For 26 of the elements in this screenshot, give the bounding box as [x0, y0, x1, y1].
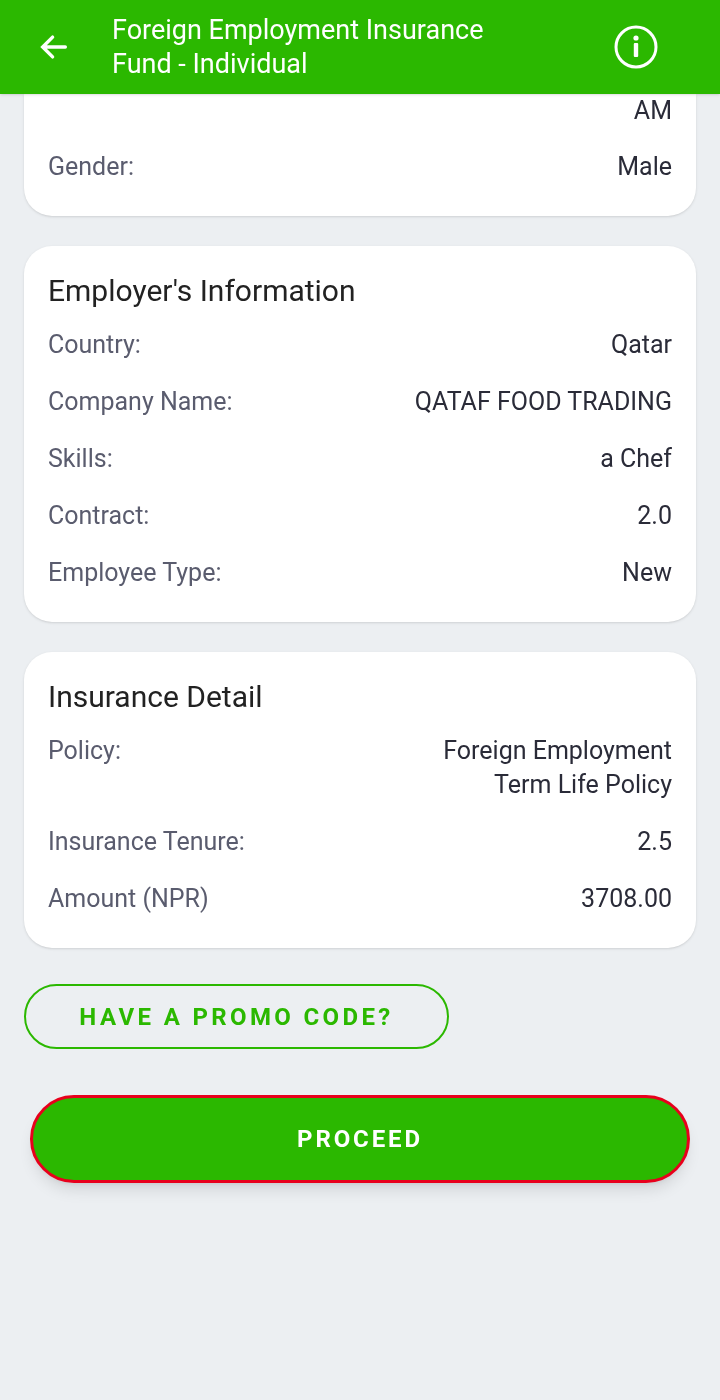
field-value: Qatar	[610, 329, 672, 361]
field-label: Employee Type:	[48, 557, 222, 589]
field-value: QATAF FOOD TRADING	[414, 386, 672, 418]
field-value: a Chef	[600, 443, 672, 475]
field-label: Skills:	[48, 443, 113, 475]
field-label: Policy:	[48, 735, 121, 767]
field-label: Gender:	[48, 151, 134, 183]
promo-code-button[interactable]: HAVE A PROMO CODE?	[24, 984, 449, 1049]
field-value: New	[622, 557, 672, 589]
field-label: Company Name:	[48, 386, 233, 418]
field-label: Insurance Tenure:	[48, 826, 245, 858]
field-label: Country:	[48, 329, 141, 361]
field-value: Male	[617, 151, 672, 183]
field-value: AM	[633, 95, 672, 127]
card-title: Employer's Information	[48, 272, 357, 310]
field-value: Foreign Employment Term Life Policy	[442, 735, 672, 801]
field-value: 3708.00	[581, 883, 672, 915]
screen-title: Foreign Employment Insurance Fund - Individual	[112, 13, 485, 81]
card-title: Insurance Detail	[48, 678, 264, 716]
info-button[interactable]	[614, 25, 658, 69]
field-value: 2.0	[637, 500, 672, 532]
info-icon	[614, 25, 658, 69]
field-label: Contract:	[48, 500, 150, 532]
proceed-button[interactable]: PROCEED	[30, 1095, 690, 1183]
field-value: 2.5	[637, 826, 672, 858]
field-label: Amount (NPR)	[48, 883, 209, 915]
